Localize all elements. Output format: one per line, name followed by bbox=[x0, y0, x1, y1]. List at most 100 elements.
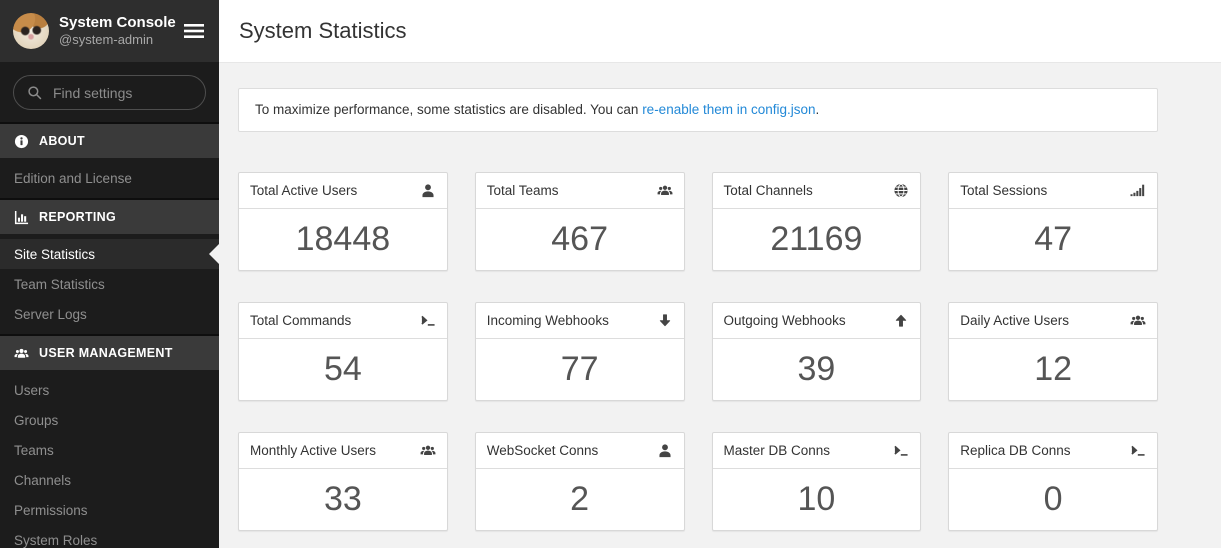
arrow-down-icon bbox=[657, 313, 673, 328]
stat-card-total-sessions: Total Sessions 47 bbox=[948, 172, 1158, 271]
stat-card-value: 21169 bbox=[713, 209, 921, 270]
admin-username: @system-admin bbox=[59, 32, 172, 48]
sidebar-item-teams[interactable]: Teams bbox=[0, 435, 219, 465]
stat-card-label: Total Active Users bbox=[250, 183, 357, 198]
stat-card-label: Total Teams bbox=[487, 183, 559, 198]
section-label: ABOUT bbox=[39, 134, 85, 148]
arrow-up-icon bbox=[893, 313, 909, 328]
stat-card-outgoing-webhooks: Outgoing Webhooks 39 bbox=[712, 302, 922, 401]
stat-card-value: 54 bbox=[239, 339, 447, 400]
stat-card-header: WebSocket Conns bbox=[476, 433, 684, 469]
stat-card-label: WebSocket Conns bbox=[487, 443, 599, 458]
stat-card-label: Total Channels bbox=[724, 183, 813, 198]
banner-text-after: . bbox=[816, 102, 820, 117]
stat-card-label: Outgoing Webhooks bbox=[724, 313, 846, 328]
sidebar-section-header[interactable]: ABOUT bbox=[0, 124, 219, 158]
search-input[interactable] bbox=[51, 84, 192, 102]
search-section bbox=[0, 62, 219, 122]
sidebar-section-reporting: REPORTING Site Statistics Team Statistic… bbox=[0, 198, 219, 334]
search-box[interactable] bbox=[13, 75, 206, 110]
stat-card-master-db-conns: Master DB Conns 10 bbox=[712, 432, 922, 531]
stat-card-incoming-webhooks: Incoming Webhooks 77 bbox=[475, 302, 685, 401]
sidebar-section-user-management: USER MANAGEMENT Users Groups Teams Chann… bbox=[0, 334, 219, 548]
stat-card-header: Total Sessions bbox=[949, 173, 1157, 209]
sidebar-item-label: System Roles bbox=[14, 533, 97, 548]
stat-card-value: 39 bbox=[713, 339, 921, 400]
stat-card-total-channels: Total Channels 21169 bbox=[712, 172, 922, 271]
stat-card-value: 0 bbox=[949, 469, 1157, 530]
menu-icon[interactable] bbox=[182, 20, 206, 42]
sidebar-item-label: Users bbox=[14, 383, 49, 398]
stat-card-value: 47 bbox=[949, 209, 1157, 270]
stat-card-label: Incoming Webhooks bbox=[487, 313, 609, 328]
section-items: Users Groups Teams Channels Permissions … bbox=[0, 370, 219, 548]
users-icon bbox=[14, 346, 29, 361]
sidebar-item-label: Team Statistics bbox=[14, 277, 105, 292]
stat-card-total-active-users: Total Active Users 18448 bbox=[238, 172, 448, 271]
reenable-config-link[interactable]: re-enable them in config.json bbox=[642, 102, 815, 117]
avatar[interactable] bbox=[13, 13, 49, 49]
sidebar-item-team-statistics[interactable]: Team Statistics bbox=[0, 269, 219, 299]
sidebar-item-site-statistics[interactable]: Site Statistics bbox=[0, 239, 219, 269]
users-icon bbox=[657, 183, 673, 198]
stat-card-value: 12 bbox=[949, 339, 1157, 400]
sidebar-section-about: ABOUT Edition and License bbox=[0, 122, 219, 198]
sidebar-header-text: System Console @system-admin bbox=[59, 14, 172, 49]
stat-card-value: 77 bbox=[476, 339, 684, 400]
stat-card-header: Master DB Conns bbox=[713, 433, 921, 469]
sidebar-section-header[interactable]: USER MANAGEMENT bbox=[0, 336, 219, 370]
console-title: System Console bbox=[59, 14, 172, 33]
stat-card-value: 33 bbox=[239, 469, 447, 530]
page-title: System Statistics bbox=[239, 18, 406, 44]
sidebar-nav: ABOUT Edition and License REPORTING Site… bbox=[0, 122, 219, 548]
signal-icon bbox=[1130, 183, 1146, 198]
sidebar-item-label: Groups bbox=[14, 413, 58, 428]
sidebar-item-system-roles[interactable]: System Roles bbox=[0, 525, 219, 548]
sidebar-item-groups[interactable]: Groups bbox=[0, 405, 219, 435]
content-area: To maximize performance, some statistics… bbox=[219, 63, 1221, 548]
stat-card-total-commands: Total Commands 54 bbox=[238, 302, 448, 401]
user-icon bbox=[657, 443, 673, 458]
stat-card-monthly-active-users: Monthly Active Users 33 bbox=[238, 432, 448, 531]
stat-card-header: Daily Active Users bbox=[949, 303, 1157, 339]
stat-card-label: Monthly Active Users bbox=[250, 443, 376, 458]
stat-card-header: Total Channels bbox=[713, 173, 921, 209]
sidebar-item-label: Edition and License bbox=[14, 171, 132, 186]
stat-card-value: 10 bbox=[713, 469, 921, 530]
section-label: REPORTING bbox=[39, 210, 116, 224]
stat-card-header: Total Active Users bbox=[239, 173, 447, 209]
stat-card-value: 18448 bbox=[239, 209, 447, 270]
sidebar-item-label: Server Logs bbox=[14, 307, 87, 322]
stat-card-websocket-conns: WebSocket Conns 2 bbox=[475, 432, 685, 531]
stat-card-value: 467 bbox=[476, 209, 684, 270]
stat-card-label: Replica DB Conns bbox=[960, 443, 1070, 458]
sidebar-item-channels[interactable]: Channels bbox=[0, 465, 219, 495]
sidebar-item-label: Site Statistics bbox=[14, 247, 95, 262]
section-items: Site Statistics Team Statistics Server L… bbox=[0, 234, 219, 334]
app-window: System Console @system-admin ABOUT Editi… bbox=[0, 0, 1221, 548]
search-icon bbox=[27, 85, 42, 100]
sidebar-item-label: Permissions bbox=[14, 503, 88, 518]
stat-card-total-teams: Total Teams 467 bbox=[475, 172, 685, 271]
users-icon bbox=[420, 443, 436, 458]
stat-card-header: Monthly Active Users bbox=[239, 433, 447, 469]
info-icon bbox=[14, 134, 29, 149]
terminal-icon bbox=[1130, 443, 1146, 458]
stat-card-label: Total Commands bbox=[250, 313, 351, 328]
stat-card-replica-db-conns: Replica DB Conns 0 bbox=[948, 432, 1158, 531]
performance-notice-banner: To maximize performance, some statistics… bbox=[238, 88, 1158, 132]
stat-card-value: 2 bbox=[476, 469, 684, 530]
sidebar-item-server-logs[interactable]: Server Logs bbox=[0, 299, 219, 329]
sidebar-item-edition-and-license[interactable]: Edition and License bbox=[0, 163, 219, 193]
stat-card-label: Master DB Conns bbox=[724, 443, 831, 458]
stat-card-daily-active-users: Daily Active Users 12 bbox=[948, 302, 1158, 401]
main-area: System Statistics To maximize performanc… bbox=[219, 0, 1221, 548]
stat-card-label: Total Sessions bbox=[960, 183, 1047, 198]
terminal-icon bbox=[420, 313, 436, 328]
sidebar-item-users[interactable]: Users bbox=[0, 375, 219, 405]
section-label: USER MANAGEMENT bbox=[39, 346, 173, 360]
bar-chart-icon bbox=[14, 210, 29, 225]
sidebar-item-permissions[interactable]: Permissions bbox=[0, 495, 219, 525]
sidebar-section-header[interactable]: REPORTING bbox=[0, 200, 219, 234]
sidebar-header: System Console @system-admin bbox=[0, 0, 219, 62]
